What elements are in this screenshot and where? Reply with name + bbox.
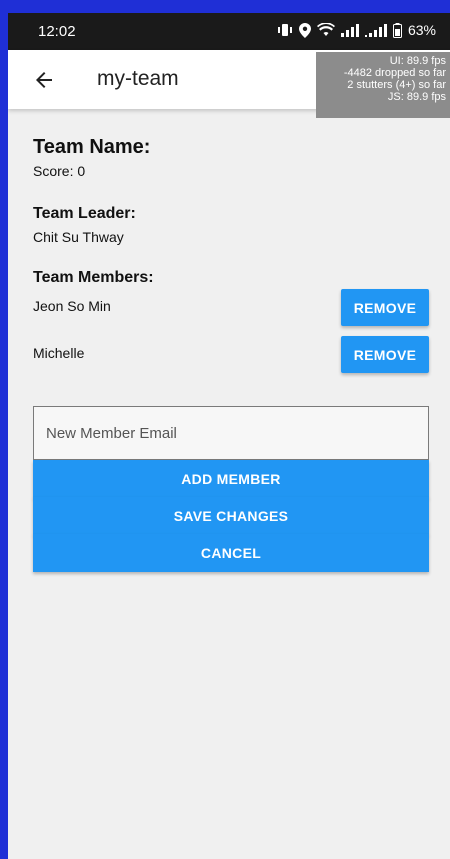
battery-icon <box>392 22 402 38</box>
back-arrow-icon[interactable] <box>32 68 56 92</box>
battery-percent: 63% <box>407 22 436 38</box>
status-bar: 12:02 63% <box>8 13 450 50</box>
signal-icon-2 <box>364 23 387 37</box>
remove-member-button[interactable]: REMOVE <box>341 289 429 326</box>
member-name: Michelle <box>33 345 85 361</box>
new-member-email-input[interactable] <box>33 406 429 460</box>
perf-line: JS: 89.9 fps <box>387 91 446 103</box>
team-score: Score: 0 <box>33 163 86 179</box>
perf-line: UI: 89.9 fps <box>389 55 446 67</box>
page-title: my-team <box>97 67 179 90</box>
location-icon <box>298 22 311 38</box>
phone-screen: 12:02 63% my-team UI: 89.9 fps -4482 dro… <box>8 13 450 859</box>
add-member-button[interactable]: ADD MEMBER <box>33 460 429 498</box>
status-icons: 63% <box>277 22 436 38</box>
member-row: Jeon So Min REMOVE <box>33 289 429 327</box>
status-time: 12:02 <box>38 23 76 40</box>
perf-line: 2 stutters (4+) so far <box>347 79 446 91</box>
team-leader-name: Chit Su Thway <box>33 229 124 245</box>
wifi-icon <box>316 23 335 36</box>
vibrate-icon <box>277 24 292 36</box>
perf-monitor-overlay: UI: 89.9 fps -4482 dropped so far 2 stut… <box>316 52 450 118</box>
team-leader-heading: Team Leader: <box>33 205 136 222</box>
member-name: Jeon So Min <box>33 298 111 314</box>
remove-member-button[interactable]: REMOVE <box>341 336 429 373</box>
cancel-button[interactable]: CANCEL <box>33 534 429 572</box>
member-row: Michelle REMOVE <box>33 336 429 374</box>
team-members-heading: Team Members: <box>33 269 154 286</box>
save-changes-button[interactable]: SAVE CHANGES <box>33 497 429 535</box>
perf-line: -4482 dropped so far <box>343 67 446 79</box>
signal-icon <box>340 23 359 37</box>
team-name-heading: Team Name: <box>33 136 151 158</box>
